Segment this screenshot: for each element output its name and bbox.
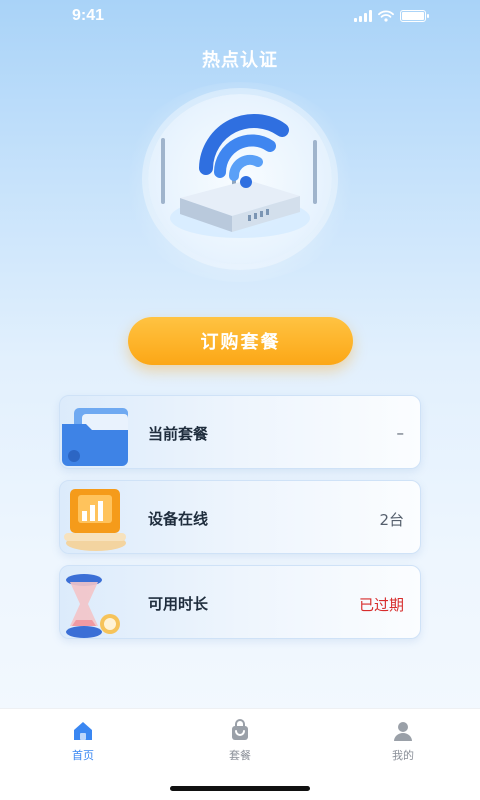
wifi-icon xyxy=(378,10,394,22)
battery-icon xyxy=(400,10,429,22)
hourglass-icon xyxy=(66,574,120,638)
available-time-value: 已过期 xyxy=(358,596,404,614)
nav-item-home[interactable]: 首页 xyxy=(43,719,123,763)
page-title: 热点认证 xyxy=(202,50,278,71)
order-plan-button[interactable]: 订购套餐 xyxy=(128,317,353,365)
nav-label-plan: 套餐 xyxy=(229,749,251,762)
devices-online-value: 2台 xyxy=(379,511,404,529)
devices-online-card[interactable]: 设备在线 2台 xyxy=(59,480,421,554)
nav-item-mine[interactable]: 我的 xyxy=(363,719,443,763)
status-time: 9:41 xyxy=(72,7,105,24)
devices-online-label: 设备在线 xyxy=(148,510,209,528)
home-indicator xyxy=(170,786,310,791)
current-plan-value: – xyxy=(396,424,405,442)
hero-illustration xyxy=(120,72,360,282)
nav-label-home: 首页 xyxy=(72,749,94,762)
current-plan-card[interactable]: 当前套餐 – xyxy=(59,395,421,469)
home-icon xyxy=(74,722,92,740)
cellular-signal-icon xyxy=(354,10,372,22)
status-bar: 9:41 xyxy=(0,0,480,34)
current-plan-label: 当前套餐 xyxy=(148,425,209,443)
wifi-router-icon xyxy=(161,114,317,238)
available-time-card[interactable]: 可用时长 已过期 xyxy=(59,565,421,639)
status-icons xyxy=(354,10,429,22)
device-chart-icon xyxy=(64,489,126,551)
bag-icon xyxy=(232,719,248,740)
nav-item-plan[interactable]: 套餐 xyxy=(200,719,280,763)
user-icon xyxy=(394,722,412,741)
folder-icon xyxy=(62,408,128,466)
nav-label-mine: 我的 xyxy=(392,749,414,762)
available-time-label: 可用时长 xyxy=(148,595,209,613)
